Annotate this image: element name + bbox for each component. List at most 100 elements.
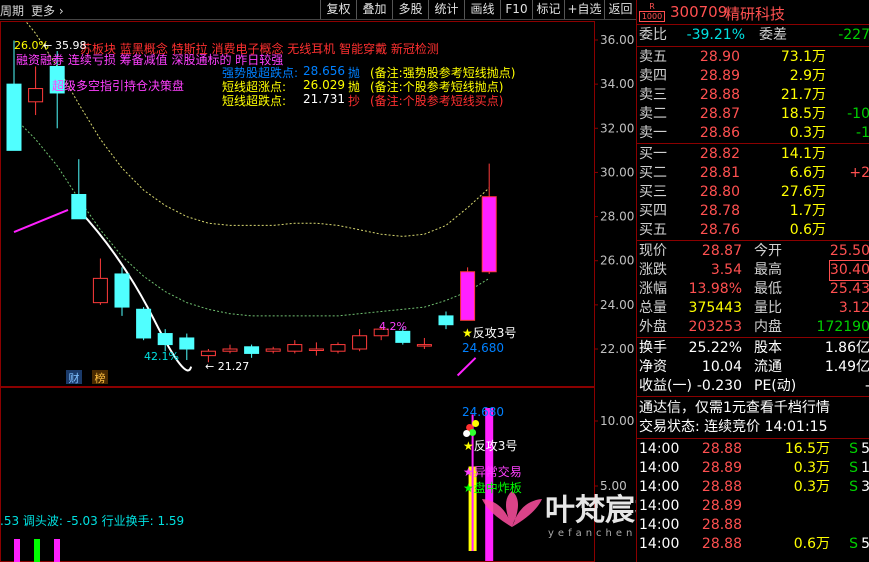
mark-button[interactable]: 标记 <box>532 0 564 19</box>
stat-value-2: 30.40 <box>828 260 869 281</box>
ask-price: 28.89 <box>699 68 740 84</box>
stat-row[interactable]: 现价 28.87 今开 25.50 <box>639 242 869 261</box>
candle-body <box>92 277 108 304</box>
signal-1-value: 28.656 <box>303 64 345 78</box>
finance-tag[interactable]: 财 <box>66 370 82 385</box>
back-button[interactable]: 返回 <box>604 0 636 19</box>
bid-change: +2 <box>849 165 869 181</box>
weibi-row: 委比 -39.21% 委差 -227 <box>639 27 869 43</box>
tick-count: 5 <box>861 536 869 552</box>
sub-bar-3 <box>54 539 60 562</box>
sub-axis-label: 10.00 <box>600 414 634 428</box>
tick-row[interactable]: 14:00 28.88 0.6万 S 5 <box>639 535 869 554</box>
ask-price: 28.86 <box>699 125 740 141</box>
bid-row[interactable]: 买三 28.80 27.6万 <box>639 183 869 202</box>
stat-value: 3.54 <box>710 262 742 278</box>
stat-value-2: 1.86亿 <box>824 340 869 356</box>
candle-body <box>308 348 324 351</box>
ask-label: 卖四 <box>639 68 667 84</box>
signal-star-1: ★反攻3号 <box>462 326 517 340</box>
ranking-tag[interactable]: 榜 <box>92 370 108 385</box>
candle-body <box>200 350 216 357</box>
tick-row[interactable]: 14:00 28.89 0.3万 S 1 <box>639 459 869 478</box>
stat-row[interactable]: 净资 10.04 流通 1.49亿 <box>639 358 869 377</box>
signal-2-value: 26.029 <box>303 78 345 92</box>
candle-body <box>244 346 260 354</box>
signal-star-4: ★盘中炸板 <box>463 481 522 495</box>
ask-label: 卖三 <box>639 87 667 103</box>
bid-row[interactable]: 买二 28.81 6.6万 +2 <box>639 164 869 183</box>
period-button[interactable]: 周期 <box>0 2 24 19</box>
tick-row[interactable]: 14:00 28.88 <box>639 516 869 535</box>
signal-3-value: 21.731 <box>303 92 345 106</box>
candle-body <box>265 348 281 352</box>
bid-row[interactable]: 买四 28.78 1.7万 <box>639 202 869 221</box>
candle-body <box>438 315 454 326</box>
tick-volume: 16.5万 <box>784 441 830 457</box>
stat-row[interactable]: 外盘 203253 内盘 172190 <box>639 318 869 337</box>
overlay-button[interactable]: 叠加 <box>356 0 392 19</box>
ask-change: -10 <box>847 106 869 122</box>
ask-row[interactable]: 卖三 28.88 21.7万 <box>639 86 869 105</box>
star-icon: ★ <box>463 481 474 495</box>
bid-row[interactable]: 买五 28.76 0.6万 <box>639 221 869 240</box>
stock-code: 300709 <box>670 3 728 21</box>
axis-label: 30.00 <box>600 165 634 179</box>
ask-volume: 18.5万 <box>780 106 826 122</box>
bid-label: 买五 <box>639 222 667 238</box>
high-price-arrow: ← <box>43 39 53 52</box>
add-favorite-button[interactable]: +自选 <box>564 0 604 19</box>
bid-row[interactable]: 买一 28.82 14.1万 <box>639 145 869 164</box>
stat-row[interactable]: 总量 375443 量比 3.12 <box>639 299 869 318</box>
bid-label: 买四 <box>639 203 667 219</box>
candle-body <box>179 337 195 350</box>
tick-volume: 0.3万 <box>793 479 830 495</box>
stat-value: -0.230 <box>696 378 742 394</box>
tick-row[interactable]: 14:00 28.88 0.3万 S 3 <box>639 478 869 497</box>
bid-price: 28.80 <box>699 184 740 200</box>
restore-rights-button[interactable]: 复权 <box>320 0 356 19</box>
stock-badge: R 1000 <box>639 2 665 22</box>
axis-label: 32.00 <box>600 121 634 135</box>
ask-row[interactable]: 卖四 28.89 2.9万 <box>639 67 869 86</box>
ask-row[interactable]: 卖五 28.90 73.1万 <box>639 48 869 67</box>
left-tag-2: 超级多空指引持仓决策盘 <box>52 79 185 93</box>
promo-link[interactable]: 通达信，仅需1元查看千档行情 <box>639 399 869 418</box>
candle-body <box>330 344 346 352</box>
stat-label: 收益(一) <box>639 378 692 394</box>
axis-label: 36.00 <box>600 33 634 47</box>
stat-value: 28.87 <box>701 243 742 259</box>
tick-time: 14:00 <box>639 441 680 457</box>
more-button[interactable]: 更多 › <box>31 2 64 19</box>
candle-body <box>114 273 130 308</box>
multi-stock-button[interactable]: 多股 <box>392 0 428 19</box>
stat-row[interactable]: 收益(一)-0.230 PE(动) - <box>639 377 869 396</box>
star-icon: ★ <box>463 465 474 479</box>
ask-row[interactable]: 卖二 28.87 18.5万 -10 <box>639 105 869 124</box>
sub-indicator-readout: .53 调头波: -5.03 行业换手: 1.59 <box>0 514 185 528</box>
tick-side: S <box>849 536 858 552</box>
candle-body <box>352 335 368 350</box>
stat-value-2: 3.12 <box>838 300 869 316</box>
signal-star-3: ★异常交易 <box>463 465 522 479</box>
kline-chart[interactable]: 36.00 34.00 32.00 30.00 28.00 26.00 24.00 22.00… <box>0 21 785 562</box>
mid-pct-label: 4.2% <box>379 320 407 333</box>
statistics-button[interactable]: 统计 <box>428 0 464 19</box>
bid-label: 买一 <box>639 146 667 162</box>
stat-row[interactable]: 涨跌 3.54 最高 30.40 <box>639 260 869 281</box>
tick-row[interactable]: 14:00 28.89 <box>639 497 869 516</box>
draw-line-button[interactable]: 画线 <box>464 0 500 19</box>
bid-price: 28.81 <box>699 165 740 181</box>
balloon-icon <box>469 429 477 436</box>
f10-button[interactable]: F10 <box>500 0 532 19</box>
stat-row[interactable]: 换手 25.22% 股本 1.86亿 <box>639 339 869 358</box>
stat-label: 净资 <box>639 359 667 375</box>
tick-price: 28.88 <box>701 536 742 552</box>
ask-row[interactable]: 卖一 28.86 0.3万 -1 <box>639 124 869 143</box>
stat-row[interactable]: 涨幅 13.98% 最低 25.43 <box>639 280 869 299</box>
ask-volume: 21.7万 <box>780 87 826 103</box>
tick-row[interactable]: 14:00 28.88 16.5万 S 5 <box>639 440 869 459</box>
ask-change: -1 <box>856 125 869 141</box>
stat-label-2: 量比 <box>754 300 782 316</box>
ask-price: 28.88 <box>699 87 740 103</box>
